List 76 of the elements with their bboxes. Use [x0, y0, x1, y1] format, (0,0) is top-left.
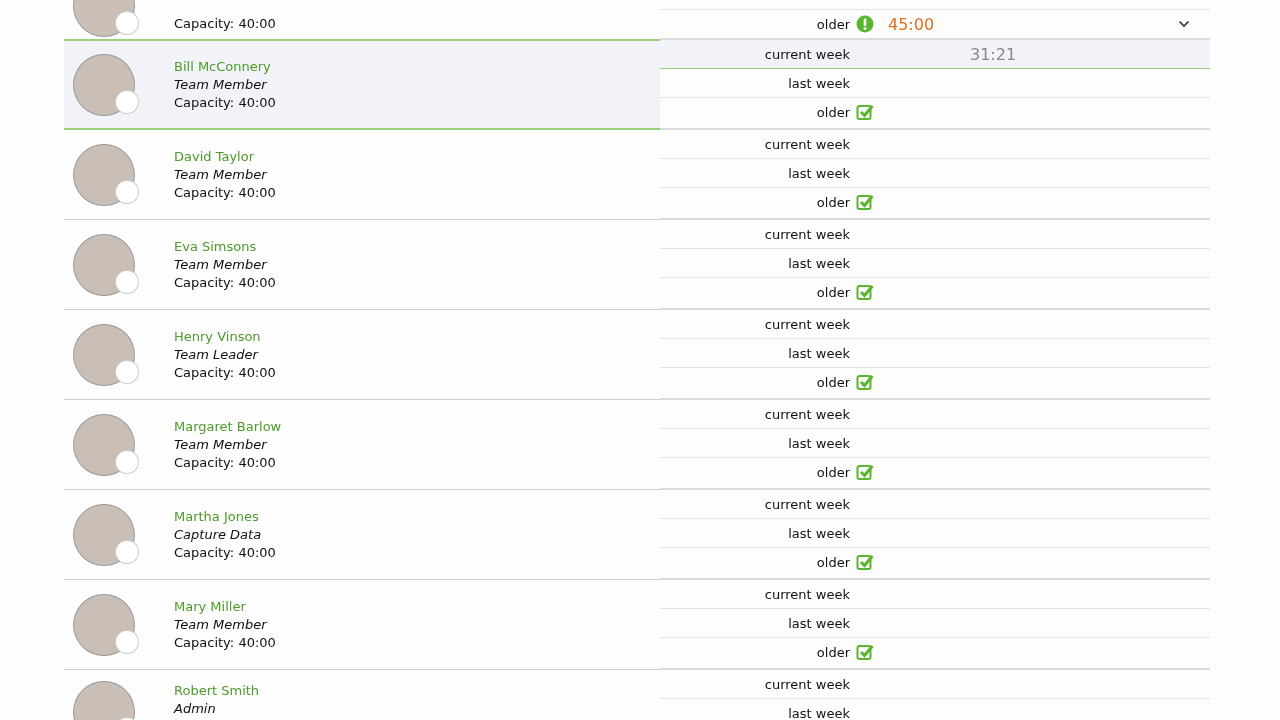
- status-circle-icon: [116, 540, 138, 563]
- member-name[interactable]: Robert Smith: [174, 682, 260, 700]
- period-label: last week: [787, 75, 850, 91]
- member-capacity: Capacity: 40:00: [174, 93, 276, 112]
- member-name[interactable]: Martha Jones: [174, 507, 276, 526]
- checked-box-icon: [856, 553, 874, 571]
- member-name[interactable]: Mary Miller: [174, 597, 276, 616]
- period-label: current week: [763, 406, 850, 422]
- member-role: Team Member: [174, 255, 268, 274]
- period-label: current week: [763, 316, 850, 332]
- exclamation-icon: [856, 15, 874, 33]
- member-capacity: Capacity: 40:00: [174, 453, 277, 472]
- member-role: Team Member: [174, 75, 268, 94]
- member-role: Team Member: [174, 165, 268, 184]
- member-name[interactable]: Bill McConnery: [174, 57, 276, 76]
- period-label: current week: [763, 136, 850, 152]
- avatar-placeholder: [74, 504, 134, 565]
- time-value: 31:21: [970, 44, 1017, 64]
- member-role: Team Member: [174, 435, 268, 454]
- period-label: older: [815, 374, 850, 390]
- avatar-placeholder: [74, 324, 134, 385]
- member-role: Team Member: [174, 615, 268, 634]
- period-label: last week: [787, 255, 850, 271]
- avatar-placeholder: [74, 144, 134, 205]
- period-label: current week: [763, 496, 850, 512]
- time-value: 45:00: [888, 14, 935, 34]
- period-label: current week: [763, 676, 850, 692]
- period-label: last week: [787, 435, 850, 451]
- period-label: last week: [787, 165, 850, 181]
- chevron-down-icon[interactable]: [1178, 20, 1190, 28]
- selected-period-row[interactable]: current week 31:21: [660, 40, 1210, 69]
- status-circle-icon: [116, 270, 138, 293]
- period-label: last week: [787, 525, 850, 541]
- period-label: current week: [763, 226, 850, 242]
- period-label: last week: [787, 615, 850, 631]
- member-name[interactable]: David Taylor: [174, 147, 276, 166]
- member-name[interactable]: Eva Simsons: [174, 237, 276, 256]
- member-capacity: Capacity: 40:00: [174, 15, 276, 33]
- status-circle-icon: [116, 12, 138, 34]
- member-capacity: Capacity: 40:00: [174, 543, 276, 562]
- status-circle-icon: [116, 360, 138, 383]
- status-circle-icon: [116, 90, 138, 113]
- period-label: older: [815, 194, 850, 210]
- checked-box-icon: [856, 463, 874, 481]
- avatar-placeholder: [74, 234, 134, 295]
- member-capacity: Capacity: 40:00: [174, 633, 276, 652]
- member-role: Admin: [174, 700, 217, 718]
- period-label: current week: [763, 46, 850, 62]
- period-label: last week: [787, 705, 850, 720]
- period-label: last week: [787, 345, 850, 361]
- selected-member-panel[interactable]: Bill McConnery Team Member Capacity: 40:00: [64, 40, 660, 129]
- period-label: older: [815, 16, 850, 32]
- member-name[interactable]: Henry Vinson: [174, 327, 276, 346]
- status-circle-icon: [116, 180, 138, 203]
- member-role: Capture Data: [174, 525, 263, 544]
- member-name[interactable]: Margaret Barlow: [174, 417, 282, 436]
- member-capacity: Capacity: 40:00: [174, 363, 276, 382]
- period-label: older: [815, 104, 850, 120]
- avatar-placeholder: [74, 414, 134, 475]
- checked-box-icon: [856, 193, 874, 211]
- period-label: older: [815, 554, 850, 570]
- status-circle-icon: [116, 630, 138, 653]
- member-capacity: Capacity: 40:00: [174, 273, 276, 292]
- member-capacity: Capacity: 40:00: [174, 183, 276, 202]
- status-circle-icon: [116, 450, 138, 473]
- period-label: older: [815, 284, 850, 300]
- checked-box-icon: [856, 283, 874, 301]
- member-role: Team Leader: [174, 345, 260, 364]
- avatar-placeholder: [74, 54, 134, 115]
- period-label: current week: [763, 586, 850, 602]
- checked-box-icon: [856, 643, 874, 661]
- period-label: older: [815, 644, 850, 660]
- checked-box-icon: [856, 103, 874, 121]
- avatar-placeholder: [74, 594, 134, 655]
- checked-box-icon: [856, 373, 874, 391]
- period-label: older: [815, 464, 850, 480]
